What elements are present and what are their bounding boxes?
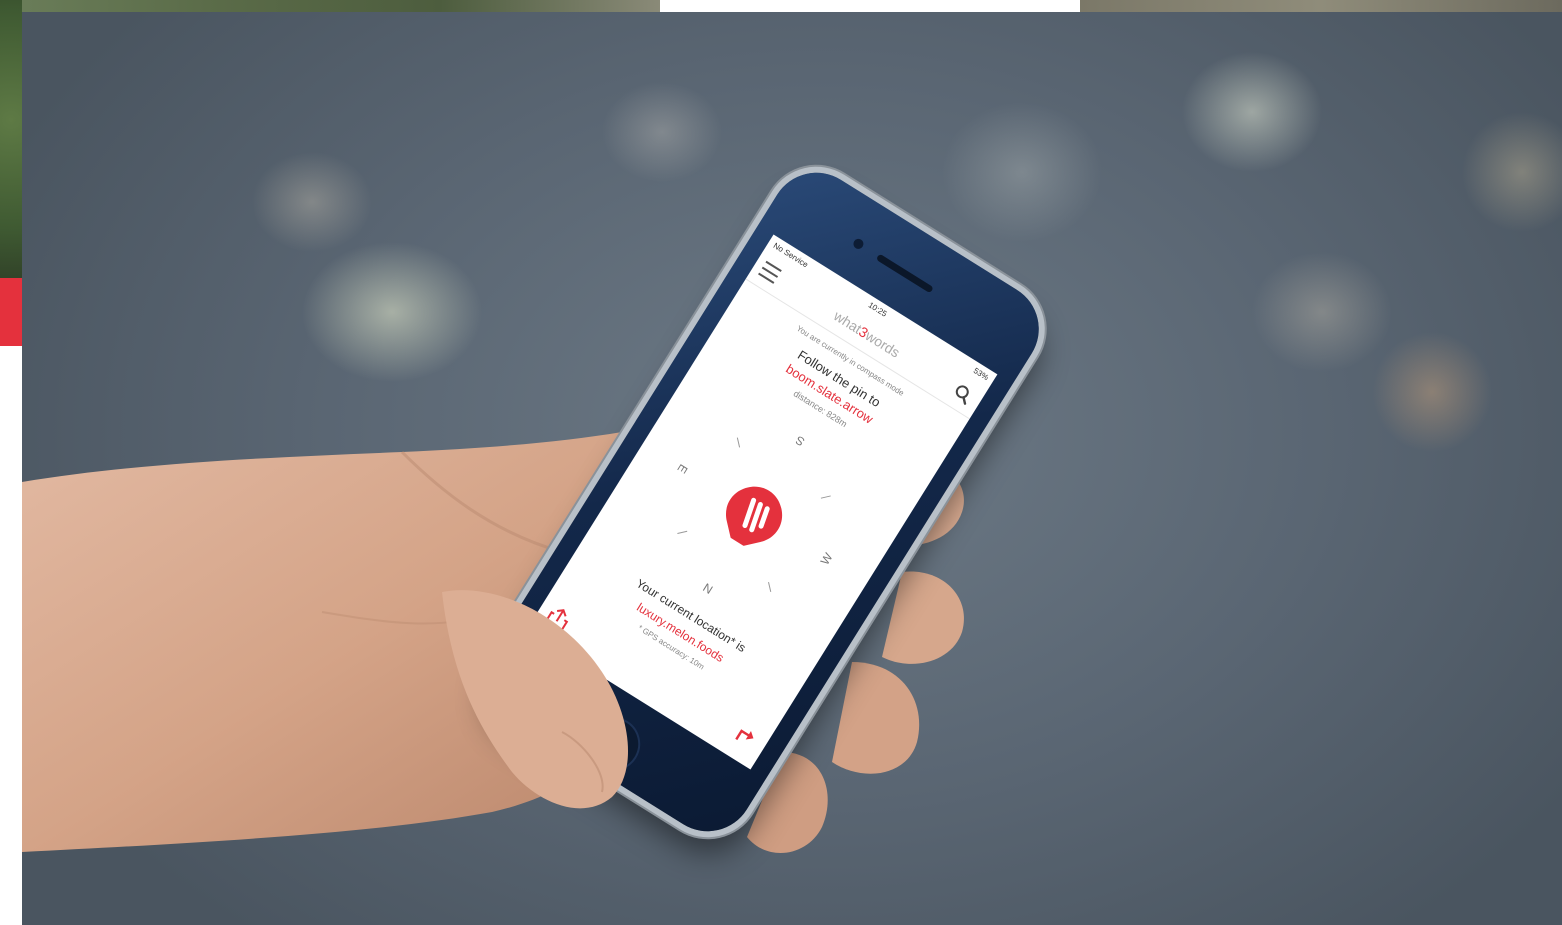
background-red-accent bbox=[0, 278, 22, 346]
background-map-strip-top bbox=[0, 0, 660, 12]
photo-background: No Service 10:25 53% what3words You are … bbox=[22, 12, 1562, 925]
promo-image: No Service 10:25 53% what3words You are … bbox=[0, 0, 1562, 925]
background-map-strip-top-right bbox=[1080, 0, 1562, 12]
thumb-overlay bbox=[442, 590, 629, 809]
background-map-strip-left bbox=[0, 0, 22, 300]
